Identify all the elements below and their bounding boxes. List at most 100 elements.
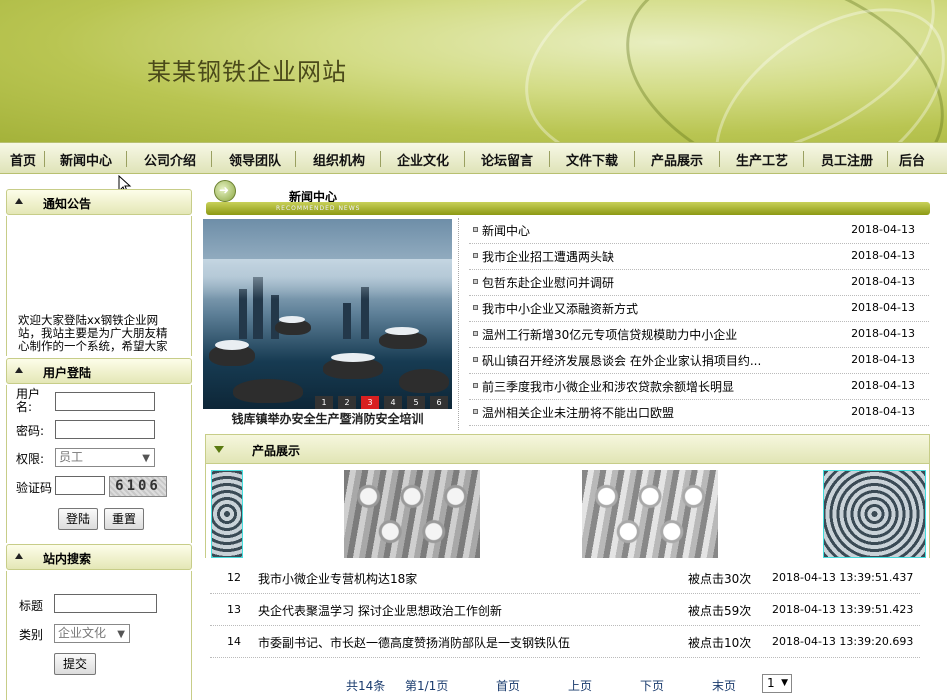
news-item-date: 2018-04-13 — [851, 275, 915, 288]
nav-item-forum[interactable]: 论坛留言 — [481, 150, 533, 169]
news-item-title[interactable]: 新闻中心 — [482, 222, 782, 239]
news-item: 新闻中心 2018-04-13 — [469, 218, 929, 244]
table-row: 14 市委副书记、市长赵一德高度赞扬消防部队是一支钢铁队伍 被点击10次 201… — [210, 626, 920, 658]
collapse-triangle-icon — [15, 553, 23, 559]
nav-divider — [634, 151, 635, 167]
nav-divider — [719, 151, 720, 167]
bullet-icon — [473, 279, 478, 284]
product-image[interactable] — [211, 470, 243, 558]
news-item: 矾山镇召开经济发展恳谈会 在外企业家认捐项目约... 2018-04-13 — [469, 348, 929, 374]
pager-button-active[interactable]: 3 — [361, 396, 379, 409]
row-date: 2018-04-13 13:39:51.437 — [772, 571, 914, 584]
news-item-date: 2018-04-13 — [851, 301, 915, 314]
news-item-title[interactable]: 温州工行新增30亿元专项信贷规模助力中小企业 — [482, 326, 782, 343]
nav-item-leadership[interactable]: 领导团队 — [229, 150, 281, 169]
reset-button[interactable]: 重置 — [104, 508, 144, 530]
row-title[interactable]: 我市小微企业专营机构达18家 — [258, 570, 678, 587]
role-select[interactable]: 员工 ▼ — [55, 448, 155, 467]
page-select[interactable]: 1 ▼ — [762, 674, 792, 693]
bullet-icon — [473, 331, 478, 336]
chevron-down-icon: ▼ — [117, 629, 125, 640]
nav-divider — [295, 151, 296, 167]
nav-divider — [211, 151, 212, 167]
products-carousel — [205, 464, 930, 558]
bullet-icon — [473, 409, 478, 414]
collapse-triangle-icon — [15, 367, 23, 373]
nav-item-about[interactable]: 公司介绍 — [144, 150, 196, 169]
bullet-icon — [473, 253, 478, 258]
pager-button[interactable]: 2 — [338, 396, 356, 409]
news-photo[interactable] — [203, 219, 452, 409]
news-item: 我市中小企业又添融资新方式 2018-04-13 — [469, 296, 929, 322]
nav-divider — [803, 151, 804, 167]
search-submit-button[interactable]: 提交 — [54, 653, 96, 675]
expand-triangle-icon — [214, 446, 224, 453]
news-item-date: 2018-04-13 — [851, 223, 915, 236]
nav-item-news[interactable]: 新闻中心 — [60, 150, 112, 169]
pager-button[interactable]: 6 — [430, 396, 448, 409]
nav-item-register[interactable]: 员工注册 — [821, 150, 873, 169]
captcha-input[interactable] — [55, 476, 105, 495]
first-page-link[interactable]: 首页 — [496, 677, 520, 694]
news-item-date: 2018-04-13 — [851, 249, 915, 262]
row-date: 2018-04-13 13:39:20.693 — [772, 635, 914, 648]
row-date: 2018-04-13 13:39:51.423 — [772, 603, 914, 616]
news-item-title[interactable]: 我市企业招工遭遇两头缺 — [482, 248, 782, 265]
search-title: 站内搜索 — [43, 552, 92, 566]
product-image[interactable] — [823, 470, 926, 558]
nav-item-products[interactable]: 产品展示 — [651, 150, 703, 169]
news-item: 温州相关企业未注册将不能出口欧盟 2018-04-13 — [469, 400, 929, 426]
news-item-date: 2018-04-13 — [851, 405, 915, 418]
news-item-title[interactable]: 矾山镇召开经济发展恳谈会 在外企业家认捐项目约... — [482, 352, 782, 369]
news-item-title[interactable]: 温州相关企业未注册将不能出口欧盟 — [482, 404, 782, 421]
last-page-link[interactable]: 末页 — [712, 677, 736, 694]
nav-item-culture[interactable]: 企业文化 — [397, 150, 449, 169]
news-section-subtitle: RECOMMENDED NEWS — [276, 205, 361, 212]
photo-detail — [343, 303, 351, 339]
pager-button[interactable]: 5 — [407, 396, 425, 409]
arrow-globe-icon — [214, 180, 236, 202]
notice-text: 欢迎大家登陆xx钢铁企业网站，我站主要是为广大朋友精心制作的一个系统，希望大家 — [18, 314, 168, 352]
password-input[interactable] — [55, 420, 155, 439]
row-title[interactable]: 市委副书记、市长赵一德高度赞扬消防部队是一支钢铁队伍 — [258, 634, 678, 651]
nav-item-admin[interactable]: 后台 — [899, 150, 925, 169]
news-item: 包哲东赴企业慰问并调研 2018-04-13 — [469, 270, 929, 296]
username-input[interactable] — [55, 392, 155, 411]
product-image[interactable] — [582, 470, 718, 558]
nav-divider — [44, 151, 45, 167]
news-item-date: 2018-04-13 — [851, 327, 915, 340]
captcha-label: 验证码 — [16, 481, 53, 495]
chevron-down-icon: ▼ — [781, 678, 788, 688]
login-button[interactable]: 登陆 — [58, 508, 98, 530]
product-image[interactable] — [344, 470, 480, 558]
role-select-value: 员工 — [59, 450, 84, 464]
photo-detail — [215, 340, 249, 350]
photo-detail — [279, 316, 305, 323]
news-item-title[interactable]: 前三季度我市小微企业和涉农贷款余额增长明显 — [482, 378, 782, 395]
search-category-select[interactable]: 企业文化 ▼ — [54, 624, 130, 643]
nav-divider — [464, 151, 465, 167]
photo-caption[interactable]: 钱库镇举办安全生产暨消防安全培训 — [203, 410, 452, 427]
news-item: 前三季度我市小微企业和涉农贷款余额增长明显 2018-04-13 — [469, 374, 929, 400]
bullet-icon — [473, 357, 478, 362]
news-item-title[interactable]: 我市中小企业又添融资新方式 — [482, 300, 782, 317]
prev-page-link[interactable]: 上页 — [568, 677, 592, 694]
news-item-title[interactable]: 包哲东赴企业慰问并调研 — [482, 274, 782, 291]
nav-item-downloads[interactable]: 文件下载 — [566, 150, 618, 169]
row-title[interactable]: 央企代表聚温学习 探讨企业思想政治工作创新 — [258, 602, 678, 619]
row-number: 13 — [227, 603, 241, 616]
captcha-image[interactable]: 6106 — [109, 476, 167, 497]
nav-item-organization[interactable]: 组织机构 — [313, 150, 365, 169]
nav-divider — [887, 151, 888, 167]
nav-item-process[interactable]: 生产工艺 — [736, 150, 788, 169]
notice-header: 通知公告 — [6, 189, 192, 215]
nav-item-home[interactable]: 首页 — [10, 150, 36, 169]
login-title: 用户登陆 — [43, 366, 92, 380]
bullet-icon — [473, 305, 478, 310]
row-hits: 被点击59次 — [688, 604, 752, 618]
next-page-link[interactable]: 下页 — [640, 677, 664, 694]
pager-button[interactable]: 4 — [384, 396, 402, 409]
search-title-input[interactable] — [54, 594, 157, 613]
row-number: 14 — [227, 635, 241, 648]
pager-button[interactable]: 1 — [315, 396, 333, 409]
